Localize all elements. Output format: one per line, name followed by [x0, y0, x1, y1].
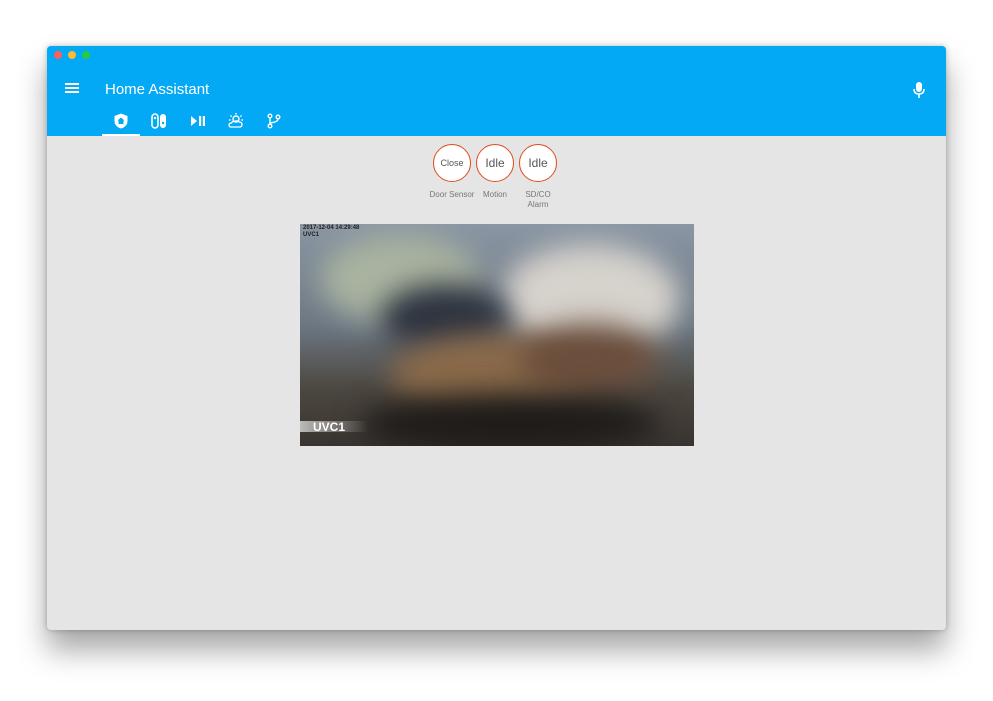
home-shield-icon: [114, 113, 128, 129]
camera-name: UVC1: [313, 420, 346, 434]
tab-switch[interactable]: [140, 106, 178, 136]
badge-row: Close Door Sensor Idle Motion Idle SD/CO…: [430, 144, 559, 214]
camera-feed[interactable]: 2017-12-04 14:29:48 UVC1 UVC1: [300, 224, 694, 446]
window-close-button[interactable]: [54, 51, 62, 59]
microphone-icon[interactable]: [911, 81, 927, 99]
camera-name-overlay: UVC1: [300, 420, 368, 434]
badge-state[interactable]: Idle: [476, 144, 514, 182]
badge-state[interactable]: Close: [433, 144, 471, 182]
badge-label: Motion: [482, 190, 507, 199]
nintendo-switch-icon: [151, 113, 166, 129]
app-window: Home Assistant Close Door Sensor Idle Mo…: [47, 46, 946, 630]
app-title: Home Assistant: [105, 81, 210, 98]
window-minimize-button[interactable]: [68, 51, 76, 59]
tab-automation[interactable]: [255, 106, 293, 136]
header-toolbar: Home Assistant: [47, 46, 946, 136]
badge-state[interactable]: Idle: [519, 144, 557, 182]
tab-home[interactable]: [102, 106, 140, 136]
tab-weather[interactable]: [217, 106, 255, 136]
camera-overlay-label: UVC1: [303, 232, 320, 238]
source-branch-icon: [267, 113, 281, 129]
menu-icon[interactable]: [65, 81, 81, 95]
camera-timestamp-text: 2017-12-04 14:29:48: [303, 225, 360, 231]
play-pause-icon: [191, 116, 205, 126]
badge-label: SD/CO Alarm: [525, 190, 551, 209]
camera-timestamp: 2017-12-04 14:29:48 UVC1: [303, 225, 359, 239]
weather-partly-cloudy-icon: [228, 113, 243, 128]
tab-media[interactable]: [179, 106, 217, 136]
window-maximize-button[interactable]: [82, 51, 90, 59]
